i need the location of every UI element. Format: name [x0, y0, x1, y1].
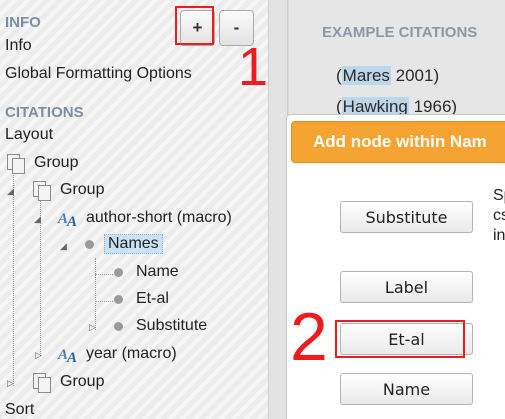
info-item[interactable]: Info	[5, 37, 32, 55]
macro-icon: A A	[57, 211, 77, 228]
tree-connector	[13, 172, 14, 386]
tree-node-group[interactable]: Group	[31, 372, 107, 393]
citations-heading: CITATIONS	[5, 104, 84, 121]
collapse-arrow-icon[interactable]: ◢	[34, 214, 41, 225]
tree-panel: INFO Info Global Formatting Options + - …	[0, 0, 268, 419]
tree-node-names[interactable]: Names	[78, 234, 163, 254]
tree-connector	[95, 258, 96, 330]
expand-arrow-icon[interactable]: ▷	[35, 350, 42, 361]
tree-scrollbar[interactable]	[268, 0, 288, 419]
annotation-step-2: 2	[290, 299, 328, 375]
node-bullet-icon	[85, 239, 94, 249]
node-bullet-icon	[114, 267, 123, 277]
annotation-step-1: 1	[238, 37, 269, 97]
tree-node-et-al[interactable]: Et-al	[107, 290, 172, 308]
layout-item[interactable]: Layout	[5, 126, 53, 144]
dialog-title[interactable]: Add node within Nam	[291, 121, 505, 163]
tree-node-name[interactable]: Name	[107, 263, 182, 281]
expand-arrow-icon[interactable]: ▷	[7, 378, 14, 389]
collapse-arrow-icon[interactable]: ◢	[7, 186, 14, 197]
substitute-button[interactable]: Substitute	[340, 201, 473, 233]
collapse-arrow-icon[interactable]: ◢	[60, 241, 67, 252]
tree-node-author-macro[interactable]: A A author-short (macro)	[57, 208, 235, 228]
expand-arrow-icon[interactable]: ▷	[89, 322, 96, 333]
node-bullet-icon	[114, 321, 123, 331]
group-icon	[31, 180, 53, 201]
example-citations-heading: EXAMPLE CITATIONS	[322, 24, 478, 41]
svg-text:A: A	[66, 350, 77, 364]
macro-icon: A A	[57, 347, 77, 364]
example-citation: (Mares 2001)	[336, 66, 440, 85]
tree-node-group[interactable]: Group	[5, 153, 81, 174]
tree-node-substitute[interactable]: Substitute	[107, 317, 210, 335]
info-heading: INFO	[5, 14, 41, 31]
sort-item[interactable]: Sort	[5, 401, 34, 419]
svg-text:A: A	[66, 214, 77, 228]
group-icon	[5, 153, 27, 174]
name-button[interactable]: Name	[340, 373, 473, 405]
group-icon	[31, 372, 53, 393]
label-button[interactable]: Label	[340, 271, 473, 303]
annotation-box-et-al	[335, 320, 465, 358]
global-formatting-item[interactable]: Global Formatting Options	[5, 65, 192, 83]
node-bullet-icon	[114, 294, 123, 304]
tree-node-year-macro[interactable]: A A year (macro)	[57, 344, 180, 364]
tree-node-group[interactable]: Group	[31, 180, 107, 201]
node-description: Sp cs in	[493, 187, 505, 244]
annotation-box-add	[175, 6, 214, 45]
